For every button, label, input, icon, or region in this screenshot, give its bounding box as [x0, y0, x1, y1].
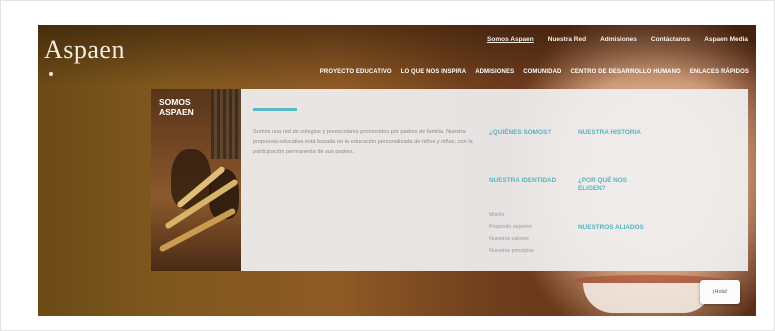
top-nav-admisiones[interactable]: Admisiones: [600, 36, 637, 43]
aspaen-logo[interactable]: Aspaen: [44, 35, 125, 65]
hero-portrait-smile: [583, 283, 713, 313]
hero-top-shadow: [38, 25, 756, 85]
link-quienes-somos[interactable]: ¿QUIÉNES SOMOS?: [489, 129, 559, 137]
mega-menu-tile-title: SOMOS ASPAEN: [159, 97, 194, 117]
hero-background: Aspaen Somos Aspaen Nuestra Red Admision…: [38, 25, 756, 316]
main-nav-centro-desarrollo-humano[interactable]: CENTRO DE DESARROLLO HUMANO: [570, 69, 680, 75]
mega-menu-intro: Somos una red de colegios y preescolares…: [253, 129, 473, 155]
main-nav: PROYECTO EDUCATIVO LO QUE NOS INSPIRA AD…: [320, 69, 749, 75]
mega-menu-panel: Somos una red de colegios y preescolares…: [241, 89, 748, 271]
link-por-que-nos-eligen[interactable]: ¿POR QUÉ NOS ELIGEN?: [578, 177, 648, 193]
top-nav-aspaen-media[interactable]: Aspaen Media: [704, 36, 748, 43]
main-nav-enlaces-rapidos[interactable]: ENLACES RÁPIDOS: [690, 69, 749, 75]
link-nuestra-historia[interactable]: NUESTRA HISTORIA: [578, 129, 648, 137]
photo-stripes: [211, 89, 241, 159]
page-frame: Aspaen Somos Aspaen Nuestra Red Admision…: [0, 0, 775, 331]
sublink-mision[interactable]: Misión: [489, 209, 534, 221]
photo-trombone: [158, 207, 237, 253]
main-nav-proyecto-educativo[interactable]: PROYECTO EDUCATIVO: [320, 69, 392, 75]
top-nav: Somos Aspaen Nuestra Red Admisiones Cont…: [487, 36, 748, 43]
top-nav-somos-aspaen[interactable]: Somos Aspaen: [487, 36, 534, 43]
accent-divider: [253, 108, 297, 111]
sublink-proposito-superior[interactable]: Propósito superior: [489, 221, 534, 233]
identidad-sublinks: Misión Propósito superior Nuestros valor…: [489, 209, 534, 257]
top-nav-contactanos[interactable]: Contáctanos: [651, 36, 690, 43]
top-nav-nuestra-red[interactable]: Nuestra Red: [548, 36, 586, 43]
main-nav-admisiones[interactable]: ADMISIONES: [475, 69, 514, 75]
mega-menu-somos-aspaen: SOMOS ASPAEN Somos una red de colegios y…: [151, 89, 748, 271]
hola-menu-label: ¡Hola!: [712, 289, 728, 295]
link-nuestra-identidad[interactable]: NUESTRA IDENTIDAD: [489, 177, 559, 185]
link-nuestros-aliados[interactable]: NUESTROS ALIADOS: [578, 224, 648, 232]
hola-menu-button[interactable]: ¡Hola!: [700, 280, 740, 304]
sublink-nuestros-principios[interactable]: Nuestros principios: [489, 245, 534, 257]
main-nav-lo-que-nos-inspira[interactable]: LO QUE NOS INSPIRA: [401, 69, 466, 75]
main-nav-comunidad[interactable]: COMUNIDAD: [523, 69, 561, 75]
sublink-nuestros-valores[interactable]: Nuestros valores: [489, 233, 534, 245]
band-photo-tile: SOMOS ASPAEN: [151, 89, 241, 271]
logo-dot: [49, 72, 53, 76]
